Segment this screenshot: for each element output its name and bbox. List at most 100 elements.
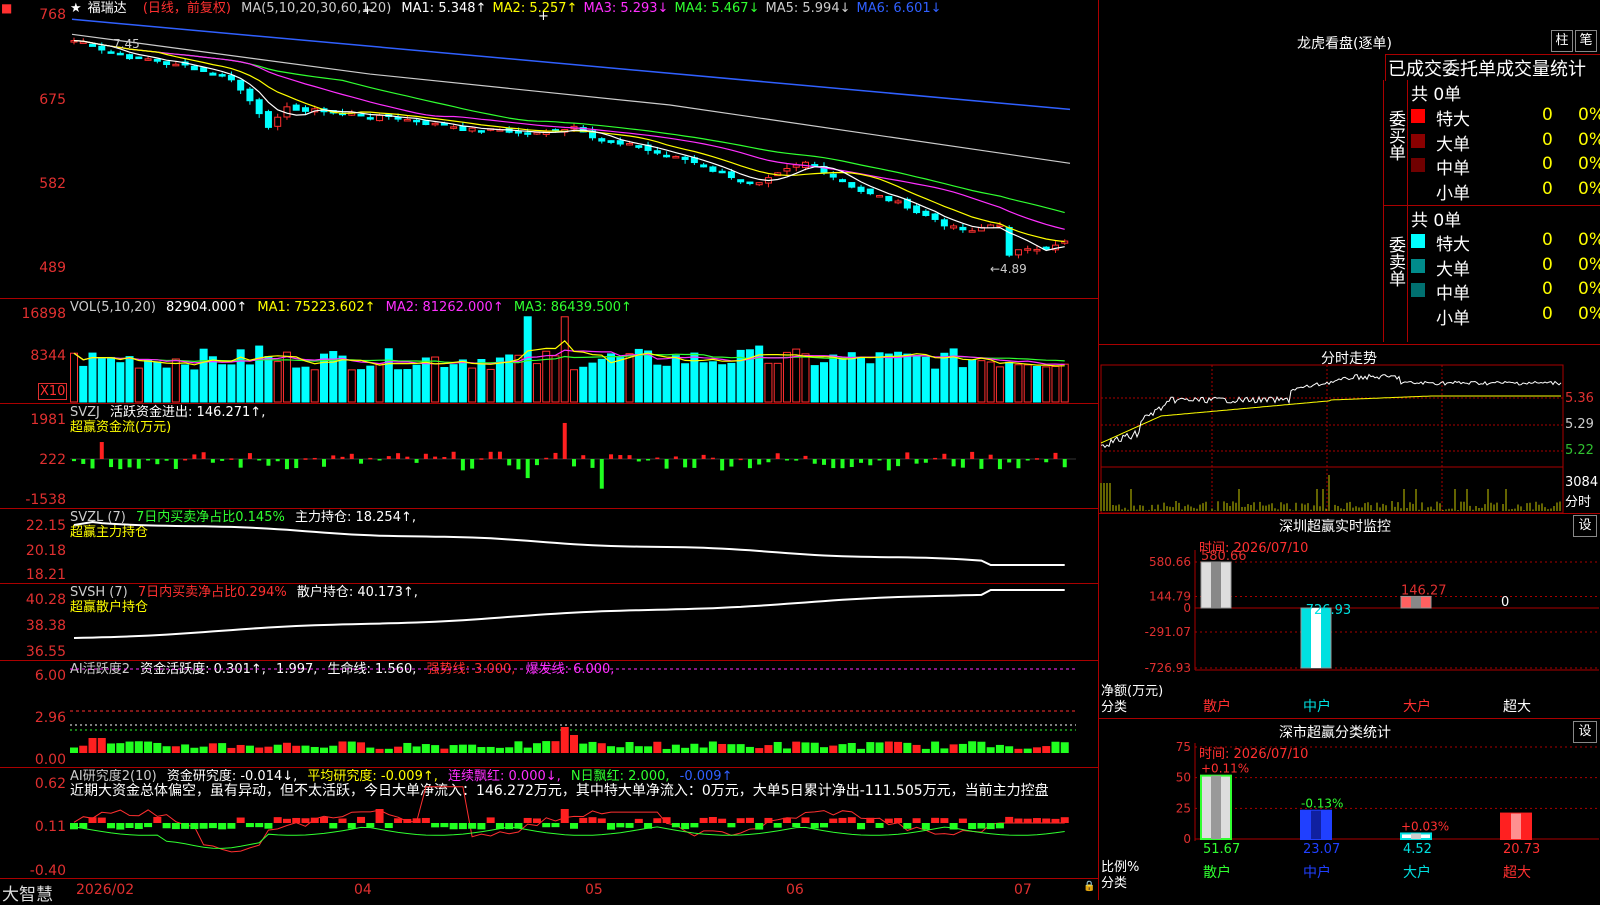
cross-marker: + <box>362 3 373 18</box>
sc-change-label: +0.03% <box>1401 819 1449 833</box>
activity-bar <box>949 744 958 753</box>
order-percent: 0% <box>1578 279 1600 299</box>
volume-panel[interactable]: 16898 8344 X10 VOL(5,10,20) 82904.000↑ M… <box>0 299 1098 404</box>
candle-body <box>718 170 726 174</box>
buy-total: 共 0单 <box>1411 85 1462 105</box>
research-bar <box>671 823 680 828</box>
order-size-label: 特大 <box>1436 110 1470 130</box>
research-bar <box>949 823 958 830</box>
left-chart-area[interactable]: ■ 768 675 582 489 ★ 福瑞达 (日线，前复权) MA(5,10,… <box>0 0 1099 905</box>
sc-ratio-chart[interactable]: 75 50 25 0 +0.11% 51.67 散户 -0.13% 23.07 中户 +0.03% 4… <box>1099 719 1600 900</box>
volume-bar <box>338 355 347 403</box>
activity-bar <box>245 745 254 753</box>
candle-body <box>700 164 708 168</box>
volume-bar <box>477 359 486 403</box>
research-bar <box>810 823 819 829</box>
candle-body <box>848 182 856 188</box>
candlestick-chart[interactable]: + + <box>70 0 1098 298</box>
research-bar <box>431 823 440 828</box>
research-bar <box>866 817 875 823</box>
volume-bar <box>153 361 162 403</box>
sc-stats-section: 深市超赢分类统计 设 时间: 2026/07/10 75 50 25 0 +0.11% 5… <box>1099 719 1600 900</box>
intraday-chart[interactable] <box>1099 345 1600 513</box>
research-bar <box>690 823 699 828</box>
activity-bar <box>644 746 653 753</box>
research-bar <box>477 823 486 830</box>
sz-net-chart[interactable]: 580.66144.790-291.07-726.93580.66散户-726.… <box>1099 514 1600 718</box>
sc-category: 大户 <box>1403 864 1431 881</box>
price-panel[interactable]: ■ 768 675 582 489 ★ 福瑞达 (日线，前复权) MA(5,10,… <box>0 0 1098 299</box>
svzl-chart[interactable] <box>70 509 1098 583</box>
price-ytick: 768 <box>39 7 66 23</box>
flow-bar <box>572 459 576 467</box>
activity-bar <box>838 744 847 753</box>
research-bar <box>70 823 78 830</box>
flow-bar <box>488 451 493 459</box>
svzl-panel[interactable]: 22.15 20.18 18.21 SVZL (7) 7日内买卖净占比0.145… <box>0 509 1098 584</box>
ai-activity-chart[interactable] <box>70 661 1098 767</box>
flow-bar <box>303 458 308 460</box>
flow-bar <box>368 457 373 460</box>
candle-body <box>940 219 948 227</box>
order-stats-tabs[interactable]: 已成交委托单成交量统计 <box>1385 54 1600 81</box>
research-bar <box>727 823 736 828</box>
svsh-panel[interactable]: 40.28 38.38 36.55 SVSH (7) 7日内买卖净占比0.294… <box>0 584 1098 661</box>
volume-bar <box>681 363 690 403</box>
lock-icon[interactable]: 🔒 <box>1083 881 1095 892</box>
sell-total: 共 0单 <box>1411 211 1462 231</box>
svzj-panel[interactable]: 1981 222 -1538 SVZJ 活跃资金进出: 146.271↑, 超赢… <box>0 404 1098 509</box>
volume-bar <box>986 361 995 403</box>
volume-bar <box>968 359 977 403</box>
ai-research-panel[interactable]: 0.62 0.11 -0.40 AI研究度2(10) 资金研究度: -0.014… <box>0 768 1098 879</box>
research-bar <box>903 823 912 829</box>
tick-mode-button[interactable]: 笔 <box>1575 30 1597 52</box>
flow-bar <box>118 459 123 470</box>
order-size-label: 大单 <box>1436 259 1470 280</box>
flow-bar <box>757 459 762 465</box>
research-bar <box>88 817 97 823</box>
flow-bar <box>155 459 160 465</box>
x-tick: 07 <box>1014 882 1032 898</box>
intraday-section[interactable]: 分时走势 5.36 5.29 5.22 3084 分时 <box>1099 345 1600 514</box>
volume-bar <box>894 351 903 403</box>
flow-bar <box>896 459 901 467</box>
candle-body <box>190 65 198 71</box>
ai-research-chart[interactable] <box>70 768 1098 878</box>
color-swatch <box>1411 109 1425 123</box>
flow-bar <box>164 459 169 461</box>
activity-bar <box>449 745 458 753</box>
activity-bar <box>681 747 690 753</box>
flow-bar <box>840 459 845 469</box>
svsh-chart[interactable] <box>70 584 1098 660</box>
activity-bar <box>144 741 153 753</box>
volume-bar <box>931 368 940 403</box>
price-ytick: 675 <box>39 92 66 108</box>
activity-bar <box>125 741 134 753</box>
candle-body <box>672 155 680 159</box>
activity-bar <box>255 747 264 753</box>
candle-body <box>237 79 245 91</box>
flow-bar <box>988 454 993 459</box>
volume-bar <box>940 352 949 403</box>
activity-bar <box>236 744 245 753</box>
order-percent: 0% <box>1578 230 1600 250</box>
ai2-ytick: -0.40 <box>29 863 66 879</box>
ai-activity-panel[interactable]: 6.00 2.96 0.00 AI活跃度2 资金活跃度: 0.301↑, 1.9… <box>0 661 1098 768</box>
candle-body <box>968 230 976 233</box>
research-bar <box>708 816 717 823</box>
research-bar <box>144 823 153 828</box>
volume-bar <box>625 353 634 403</box>
order-row: 大单 0 0% <box>1408 254 1600 280</box>
color-swatch <box>1411 283 1425 297</box>
research-bar <box>245 823 254 828</box>
volume-chart[interactable] <box>70 299 1098 403</box>
svzj-chart[interactable] <box>70 404 1098 508</box>
activity-bar <box>588 741 597 753</box>
flow-bar <box>81 459 86 464</box>
flow-bar <box>173 459 178 469</box>
research-bar <box>736 818 745 823</box>
activity-bar <box>986 747 995 753</box>
research-bar <box>1051 818 1060 823</box>
activity-bar <box>394 746 403 753</box>
bar-mode-button[interactable]: 柱 <box>1551 30 1573 52</box>
